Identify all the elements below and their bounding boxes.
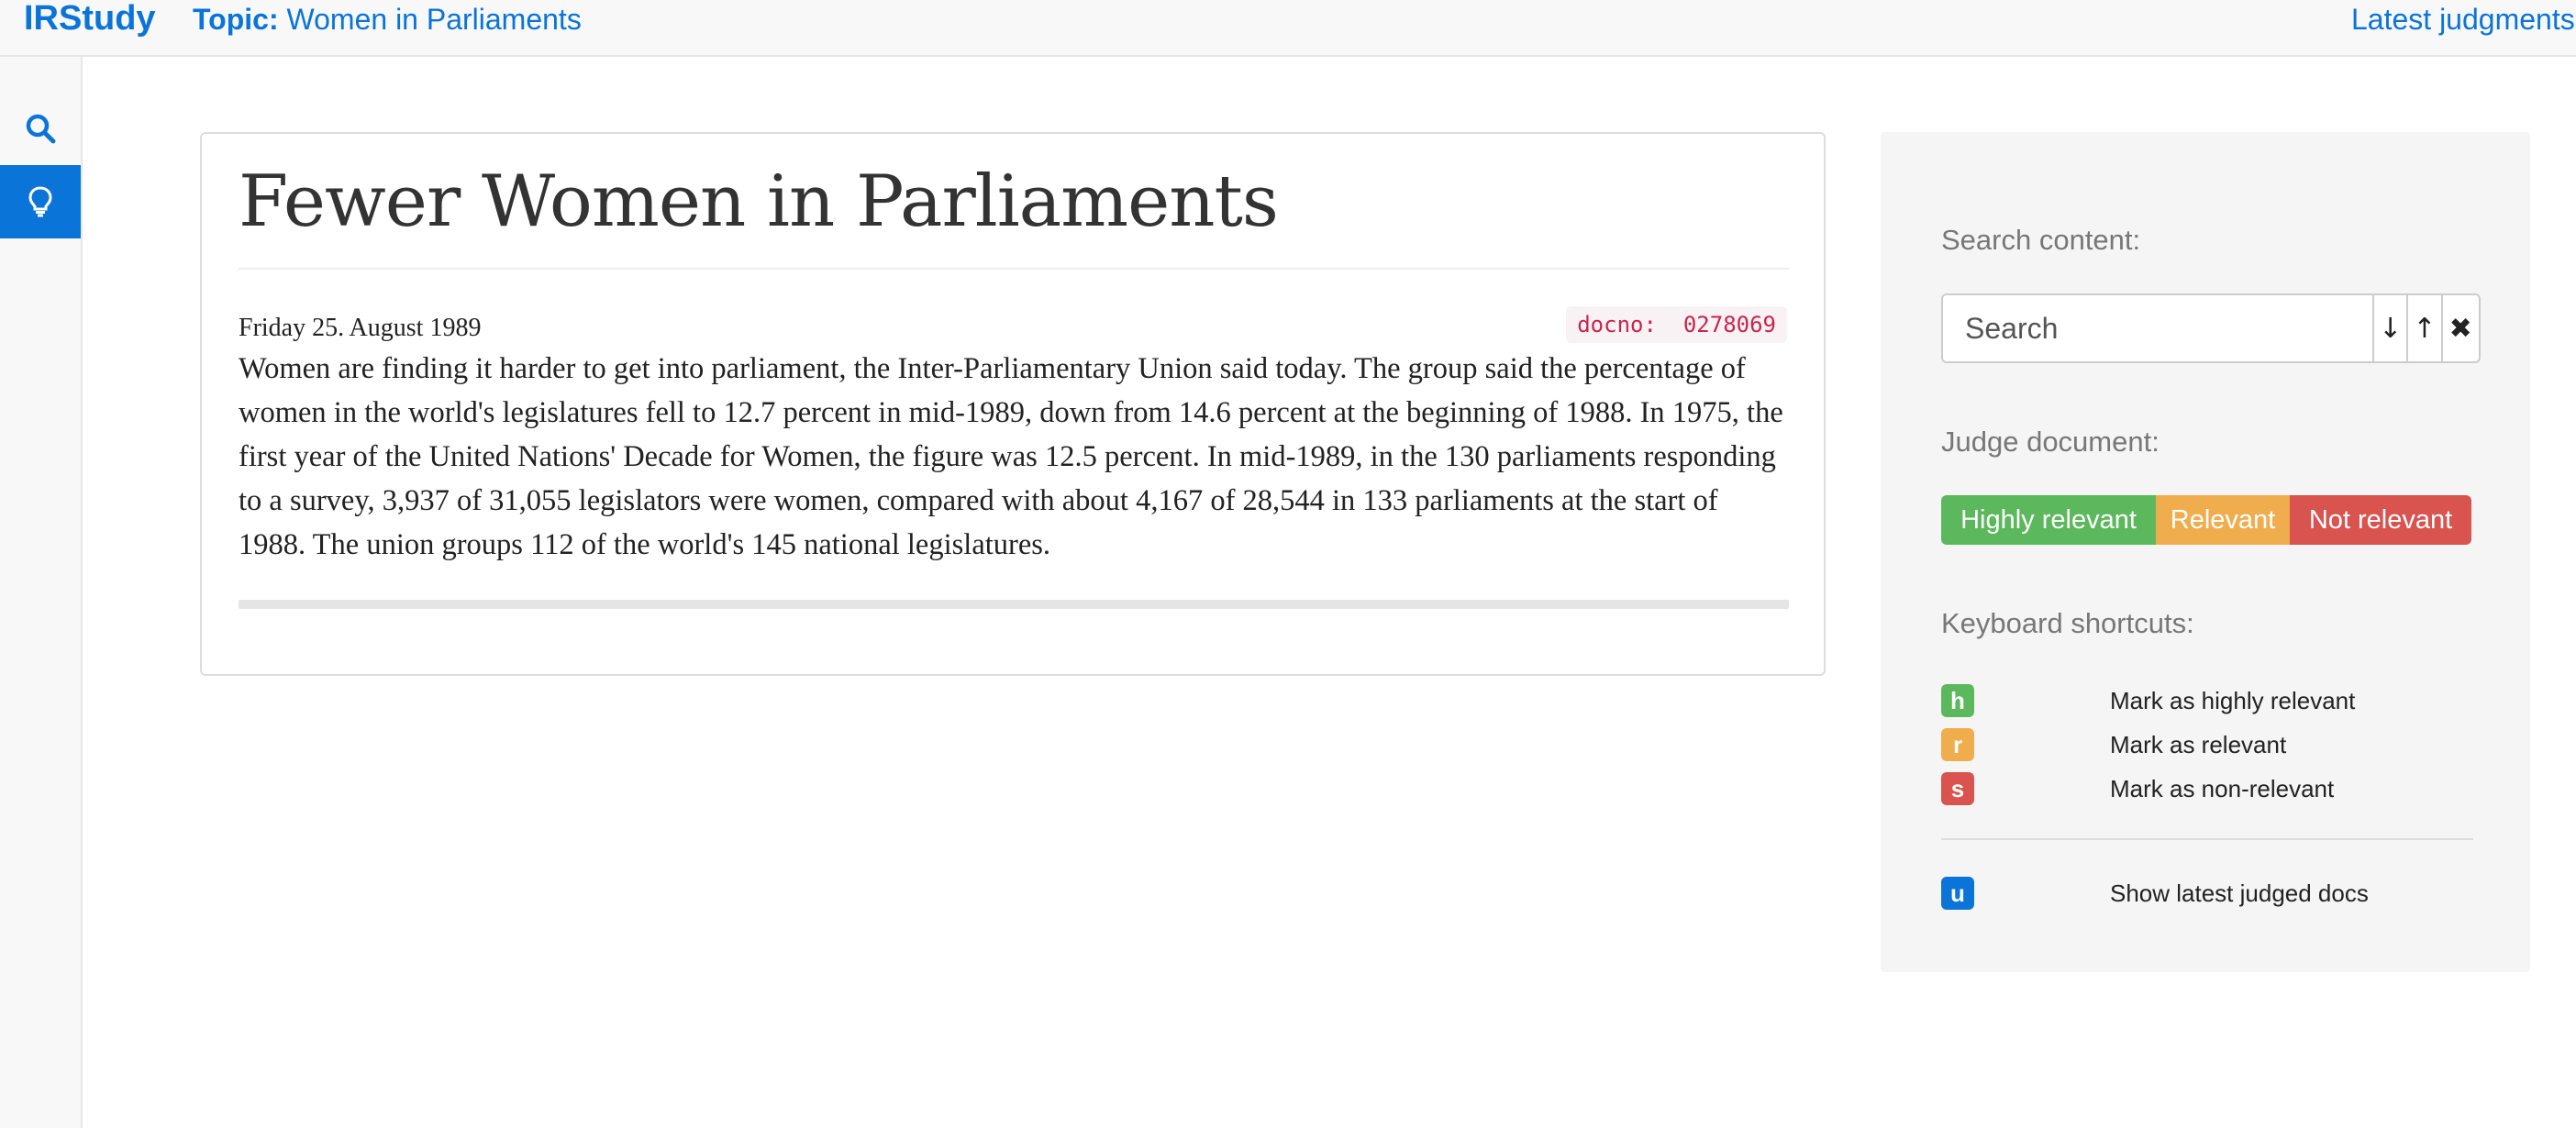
highly-relevant-button[interactable]: Highly relevant (1941, 495, 2156, 545)
search-group: ↓ ↑ ✖ (1941, 293, 2481, 363)
shortcut-row: s Mark as non-relevant (1941, 770, 2492, 807)
search-icon (26, 114, 56, 144)
document-date: Friday 25. August 1989 (239, 314, 482, 342)
sidebar (0, 57, 83, 1128)
not-relevant-button[interactable]: Not relevant (2290, 495, 2471, 545)
brand-logo[interactable]: IRStudy (24, 0, 156, 37)
shortcut-key-s: s (1941, 772, 1974, 805)
document-panel: Fewer Women in Parliaments Friday 25. Au… (200, 132, 1826, 676)
title-divider (239, 268, 1789, 270)
shortcut-desc: Mark as relevant (2110, 731, 2287, 758)
shortcut-desc: Mark as highly relevant (2110, 687, 2356, 714)
lightbulb-icon (28, 186, 52, 217)
shortcut-desc: Mark as non-relevant (2110, 775, 2335, 802)
relevant-button[interactable]: Relevant (2156, 495, 2290, 545)
judge-document-label: Judge document: (1941, 426, 2160, 458)
search-input[interactable] (1943, 295, 2372, 361)
shortcut-row: h Mark as highly relevant (1941, 682, 2492, 719)
document-body: Women are finding it harder to get into … (239, 352, 1783, 561)
shortcut-desc: Show latest judged docs (2110, 879, 2369, 907)
search-clear-button[interactable]: ✖ (2440, 295, 2479, 361)
shortcut-row: u Show latest judged docs (1941, 875, 2492, 912)
sidebar-item-search[interactable] (0, 92, 81, 165)
docno-value: 0278069 (1682, 312, 1776, 337)
latest-judgments-link[interactable]: Latest judgments (2351, 2, 2576, 37)
document-progress-bar (239, 600, 1789, 609)
judging-panel: Search content: ↓ ↑ ✖ Judge document: Hi… (1881, 132, 2530, 972)
search-next-button[interactable]: ↓ (2372, 295, 2407, 361)
document-title: Fewer Women in Parliaments (239, 160, 1279, 243)
search-content-label: Search content: (1941, 224, 2141, 256)
topic-value: Women in Parliaments (286, 3, 582, 36)
topic-link[interactable]: Topic: Women in Parliaments (193, 2, 582, 37)
docno-label: docno: (1577, 312, 1657, 337)
docno-badge: docno: 0278069 (1566, 306, 1787, 343)
keyboard-shortcuts-label: Keyboard shortcuts: (1941, 607, 2194, 639)
shortcut-key-h: h (1941, 684, 1974, 717)
sidebar-item-ideas[interactable] (0, 165, 81, 238)
judge-button-group: Highly relevant Relevant Not relevant (1941, 495, 2471, 545)
shortcut-key-u: u (1941, 877, 1974, 910)
topic-label: Topic: (193, 3, 279, 36)
shortcuts-divider (1941, 838, 2473, 840)
search-prev-button[interactable]: ↑ (2406, 295, 2441, 361)
top-navbar: IRStudy Topic: Women in Parliaments Late… (0, 0, 2576, 57)
shortcut-key-r: r (1941, 728, 1974, 761)
shortcut-row: r Mark as relevant (1941, 726, 2492, 763)
